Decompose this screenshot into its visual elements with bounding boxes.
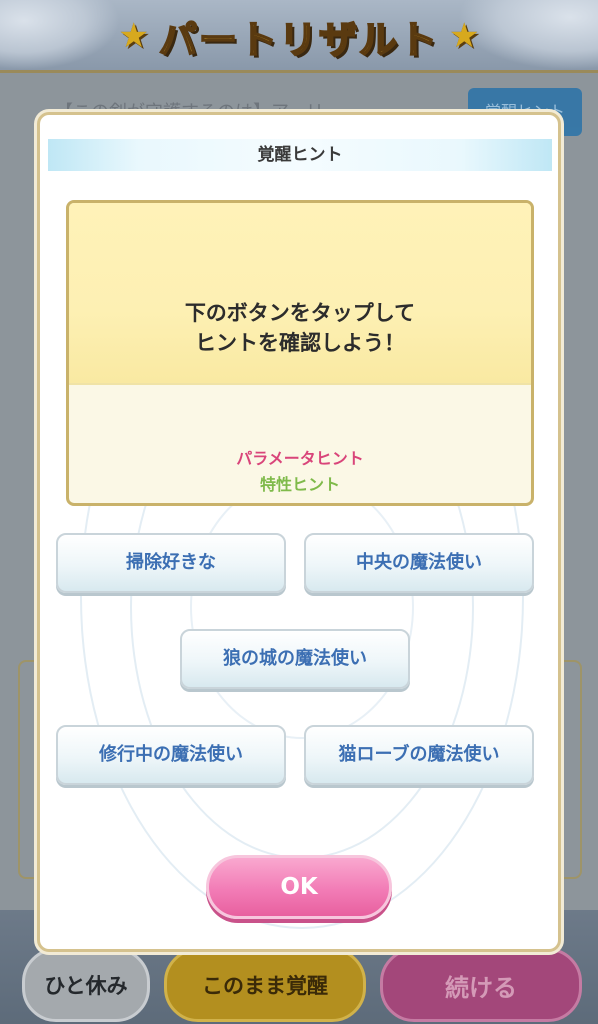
hint-message-line1: 下のボタンをタップして xyxy=(184,301,416,325)
awakening-hint-dialog: 覚醒ヒント 下のボタンをタップして ヒントを確認しよう！ パラメータヒント 特性… xyxy=(37,112,561,952)
trait-hint-label: 特性ヒント xyxy=(259,475,340,494)
hint-choice-button[interactable]: 中央の魔法使い xyxy=(304,533,534,593)
result-title-bar: ★ パートリザルト ★ xyxy=(0,8,598,64)
awaken-now-button: このまま覚醒 xyxy=(164,948,366,1022)
rest-button: ひと休み xyxy=(22,948,150,1022)
page-title: パートリザルト xyxy=(158,17,439,63)
parameter-hint-label: パラメータヒント xyxy=(236,449,364,468)
hint-choice-button[interactable]: 狼の城の魔法使い xyxy=(180,629,410,689)
hint-message-line2: ヒントを確認しよう！ xyxy=(195,331,405,355)
hint-choice-button[interactable]: 掃除好きな xyxy=(56,533,286,593)
divider xyxy=(69,383,531,385)
star-icon: ★ xyxy=(118,16,149,56)
dialog-title: 覚醒ヒント xyxy=(48,139,552,171)
continue-button: 続ける xyxy=(380,948,582,1022)
hint-message: 下のボタンをタップして ヒントを確認しよう！ xyxy=(69,298,531,358)
hint-choice-button[interactable]: 猫ローブの魔法使い xyxy=(304,725,534,785)
magic-circle-decoration xyxy=(190,475,414,739)
ok-button[interactable]: OK xyxy=(206,855,392,919)
hint-display-box: 下のボタンをタップして ヒントを確認しよう！ パラメータヒント 特性ヒント xyxy=(66,200,534,506)
hint-choice-button[interactable]: 修行中の魔法使い xyxy=(56,725,286,785)
star-icon: ★ xyxy=(449,16,480,56)
